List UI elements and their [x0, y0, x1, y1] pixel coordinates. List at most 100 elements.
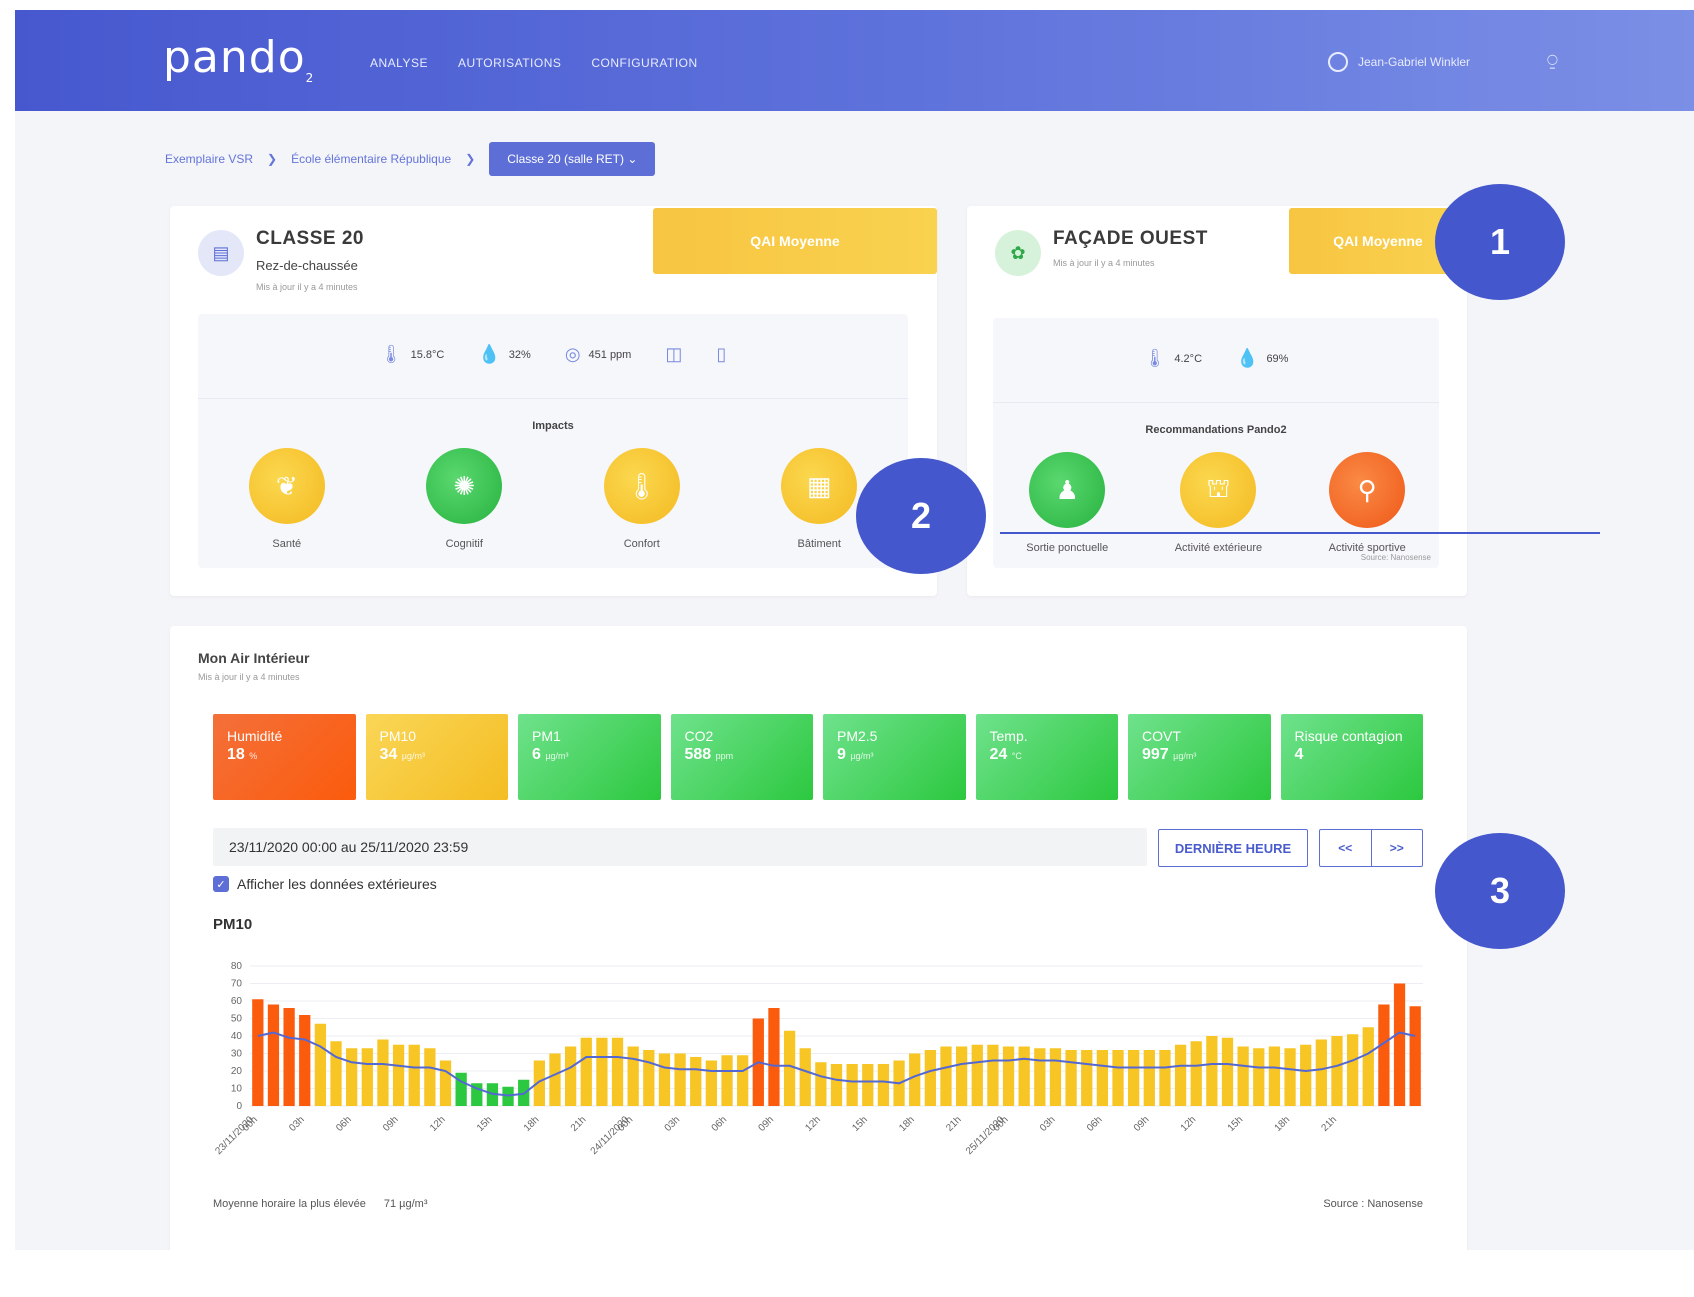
nav-configuration[interactable]: CONFIGURATION [591, 56, 697, 70]
bar [408, 1044, 420, 1106]
bar [1284, 1048, 1296, 1106]
breadcrumb-item-2[interactable]: École élémentaire République [291, 152, 451, 166]
tile-covt[interactable]: COVT 997 µg/m³ [1128, 714, 1271, 800]
impacts-title: Impacts [532, 420, 574, 432]
impact-cognitif[interactable]: ✺ Cognitif [426, 448, 503, 550]
facade-title: FAÇADE OUEST [1053, 228, 1208, 249]
bar [705, 1060, 718, 1106]
metric-temperature: 🌡 4.2°C [1143, 348, 1203, 368]
air-title: Mon Air Intérieur [198, 650, 310, 666]
bar [1128, 1050, 1140, 1106]
x-tick-label: 21h [569, 1114, 589, 1134]
bar [1065, 1050, 1077, 1106]
x-tick-label: 18h [897, 1114, 917, 1134]
user-menu[interactable]: Jean-Gabriel Winkler [1328, 52, 1470, 72]
tile-temperature[interactable]: Temp. 24 °C [975, 714, 1118, 800]
bar [564, 1046, 577, 1106]
page: pando2 ANALYSE AUTORISATIONS CONFIGURATI… [0, 0, 1694, 1297]
date-range-field[interactable]: 23/11/2020 00:00 au 25/11/2020 23:59 [213, 828, 1147, 866]
drop-icon: 💧 [478, 344, 501, 364]
bar [267, 1004, 280, 1106]
y-tick-label: 30 [231, 1049, 243, 1060]
breadcrumb: Exemplaire VSR ❯ École élémentaire Répub… [165, 142, 656, 176]
x-tick-label: 12h [803, 1114, 823, 1134]
bar [737, 1055, 749, 1106]
x-tick-label: 23/11/2020 [213, 1114, 256, 1157]
footer-value: 71 µg/m³ [383, 1198, 428, 1210]
prev-period-button[interactable]: << [1320, 830, 1372, 866]
room-metrics: 🌡 15.8°C 💧 32% ◎ 451 ppm ◫ ▯ [198, 344, 908, 365]
x-tick-label: 18h [1273, 1114, 1293, 1134]
y-tick-label: 40 [231, 1031, 243, 1042]
nav-autorisations[interactable]: AUTORISATIONS [458, 56, 561, 70]
bar [1143, 1050, 1155, 1106]
bar [1096, 1050, 1109, 1106]
outdoor-data-checkbox[interactable]: ✓ Afficher les données extérieures [213, 876, 437, 892]
reco-activite-ext[interactable]: ⛫ Activité extérieure [1175, 452, 1262, 554]
reco-sortie[interactable]: ♟ Sortie ponctuelle [1026, 452, 1108, 554]
bar [1409, 1006, 1421, 1106]
logout-icon[interactable]: ⍜ [1547, 50, 1558, 71]
tile-pm1[interactable]: PM1 6 µg/m³ [518, 714, 661, 800]
tile-pm10[interactable]: PM10 34 µg/m³ [365, 714, 508, 800]
impact-confort[interactable]: 🌡 Confort [603, 448, 680, 550]
room-floor: Rez-de-chaussée [256, 258, 358, 273]
room-selector[interactable]: Classe 20 (salle RET) ⌄ [489, 142, 656, 176]
next-period-button[interactable]: >> [1372, 830, 1423, 866]
bar [1206, 1036, 1218, 1106]
period-nav: << >> [1319, 829, 1423, 867]
air-updated: Mis à jour il y a 4 minutes [198, 672, 300, 682]
x-tick-label: 09h [381, 1114, 401, 1134]
indicator-tiles: Humidité 18 % PM10 34 µg/m³ PM1 6 µg/m³ CO2… [213, 714, 1423, 800]
bar [721, 1055, 733, 1106]
bar [283, 1008, 295, 1106]
brain-icon: ✺ [426, 448, 503, 524]
bar [314, 1023, 327, 1106]
bar [424, 1048, 436, 1106]
bar [658, 1053, 671, 1106]
bar [1221, 1037, 1234, 1106]
x-tick-label: 15h [475, 1114, 495, 1134]
tile-risque-contagion[interactable]: Risque contagion 4 [1280, 714, 1423, 800]
facade-panel: 🌡 4.2°C 💧 69% Recommandations Pando2 ♟ Sort… [993, 318, 1439, 568]
metric-humidity: 💧 69% [1236, 348, 1289, 368]
user-name: Jean-Gabriel Winkler [1358, 55, 1471, 69]
breadcrumb-item-1[interactable]: Exemplaire VSR [165, 152, 253, 166]
x-tick-label: 06h [1085, 1114, 1105, 1134]
metric-temperature: 🌡 15.8°C [379, 344, 445, 364]
impact-batiment[interactable]: ▦ Bâtiment [781, 448, 858, 550]
reco-activite-sport[interactable]: ⚲ Activité sportive [1329, 452, 1406, 554]
door-icon: ▯ [716, 344, 727, 364]
footer-label: Moyenne horaire la plus élevée [213, 1198, 366, 1210]
bar [830, 1064, 843, 1106]
bar [924, 1050, 936, 1106]
bar [1190, 1041, 1202, 1106]
tile-pm25[interactable]: PM2.5 9 µg/m³ [823, 714, 966, 800]
bar [1378, 1004, 1390, 1106]
pando-logo[interactable]: pando2 [163, 32, 314, 85]
bar [1268, 1046, 1281, 1106]
bar [955, 1046, 968, 1106]
bar [1331, 1036, 1343, 1106]
tile-co2[interactable]: CO2 588 ppm [670, 714, 813, 800]
app-window: pando2 ANALYSE AUTORISATIONS CONFIGURATI… [15, 10, 1694, 1250]
impact-sante[interactable]: ❦ Santé [248, 448, 325, 550]
x-tick-label: 21h [1320, 1114, 1340, 1134]
room-card: ▤ CLASSE 20 Rez-de-chaussée Mis à jour i… [170, 206, 937, 596]
classroom-icon: ▤ [198, 230, 244, 276]
drop-icon: 💧 [1236, 348, 1259, 368]
nav-analyse[interactable]: ANALYSE [370, 56, 428, 70]
last-hour-button[interactable]: DERNIÈRE HEURE [1158, 829, 1308, 867]
y-tick-label: 80 [231, 961, 243, 972]
bar [1002, 1046, 1015, 1106]
bar [1315, 1039, 1327, 1106]
metric-window: ◫ [665, 344, 682, 365]
bar [611, 1037, 624, 1106]
metric-humidity: 💧 32% [478, 344, 531, 364]
reco-list: ♟ Sortie ponctuelle ⛫ Activité extérieure … [993, 452, 1439, 554]
tile-humidite[interactable]: Humidité 18 % [213, 714, 356, 800]
bar [768, 1008, 780, 1106]
x-tick-label: 03h [663, 1114, 683, 1134]
bar [674, 1053, 686, 1106]
chevron-right-icon: ❯ [465, 152, 476, 166]
